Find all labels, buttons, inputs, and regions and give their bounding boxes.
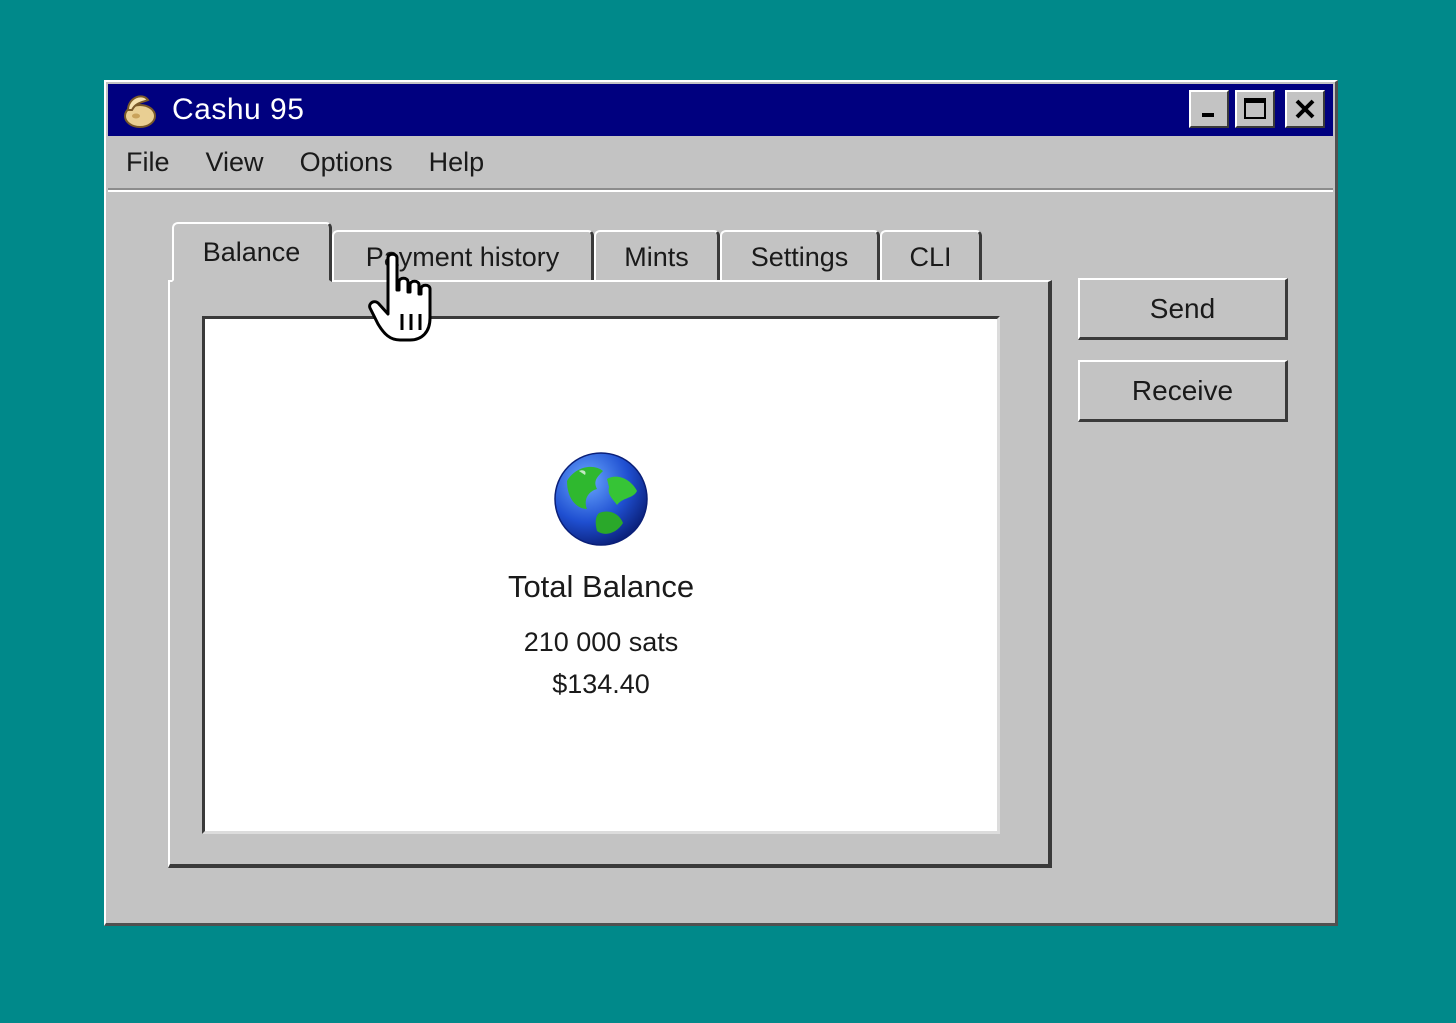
balance-fiat-value: $134.40: [552, 669, 650, 699]
receive-button[interactable]: Receive: [1078, 360, 1288, 422]
cashu-nut-icon: [124, 95, 156, 128]
hand-pointer-icon: [368, 252, 432, 342]
menu-view[interactable]: View: [206, 147, 264, 178]
title-bar[interactable]: Cashu 95: [108, 84, 1333, 136]
menu-help[interactable]: Help: [429, 147, 485, 178]
maximize-icon: [1244, 98, 1266, 119]
total-balance-label: Total Balance: [507, 569, 695, 604]
app-window: Cashu 95 File View Options Help Balance …: [104, 80, 1338, 926]
tab-settings[interactable]: Settings: [720, 230, 880, 282]
tab-mints[interactable]: Mints: [594, 230, 720, 282]
menu-divider: [108, 188, 1333, 192]
minimize-icon: [1202, 113, 1214, 117]
tab-cli[interactable]: CLI: [880, 230, 982, 282]
menu-options[interactable]: Options: [300, 147, 393, 178]
menu-bar: File View Options Help: [108, 138, 1333, 186]
tab-balance[interactable]: Balance: [172, 222, 332, 282]
close-icon: [1295, 99, 1315, 119]
balance-display: Total Balance 210 000 sats $134.40: [202, 316, 1000, 834]
menu-file[interactable]: File: [126, 147, 170, 178]
send-button[interactable]: Send: [1078, 278, 1288, 340]
globe-icon: [554, 452, 648, 546]
window-title: Cashu 95: [172, 93, 305, 126]
window-controls: [1183, 90, 1325, 128]
maximize-button[interactable]: [1235, 90, 1275, 128]
balance-panel: Total Balance 210 000 sats $134.40: [168, 280, 1052, 868]
close-button[interactable]: [1285, 90, 1325, 128]
balance-sats-value: 210 000 sats: [523, 627, 679, 657]
minimize-button[interactable]: [1189, 90, 1229, 128]
